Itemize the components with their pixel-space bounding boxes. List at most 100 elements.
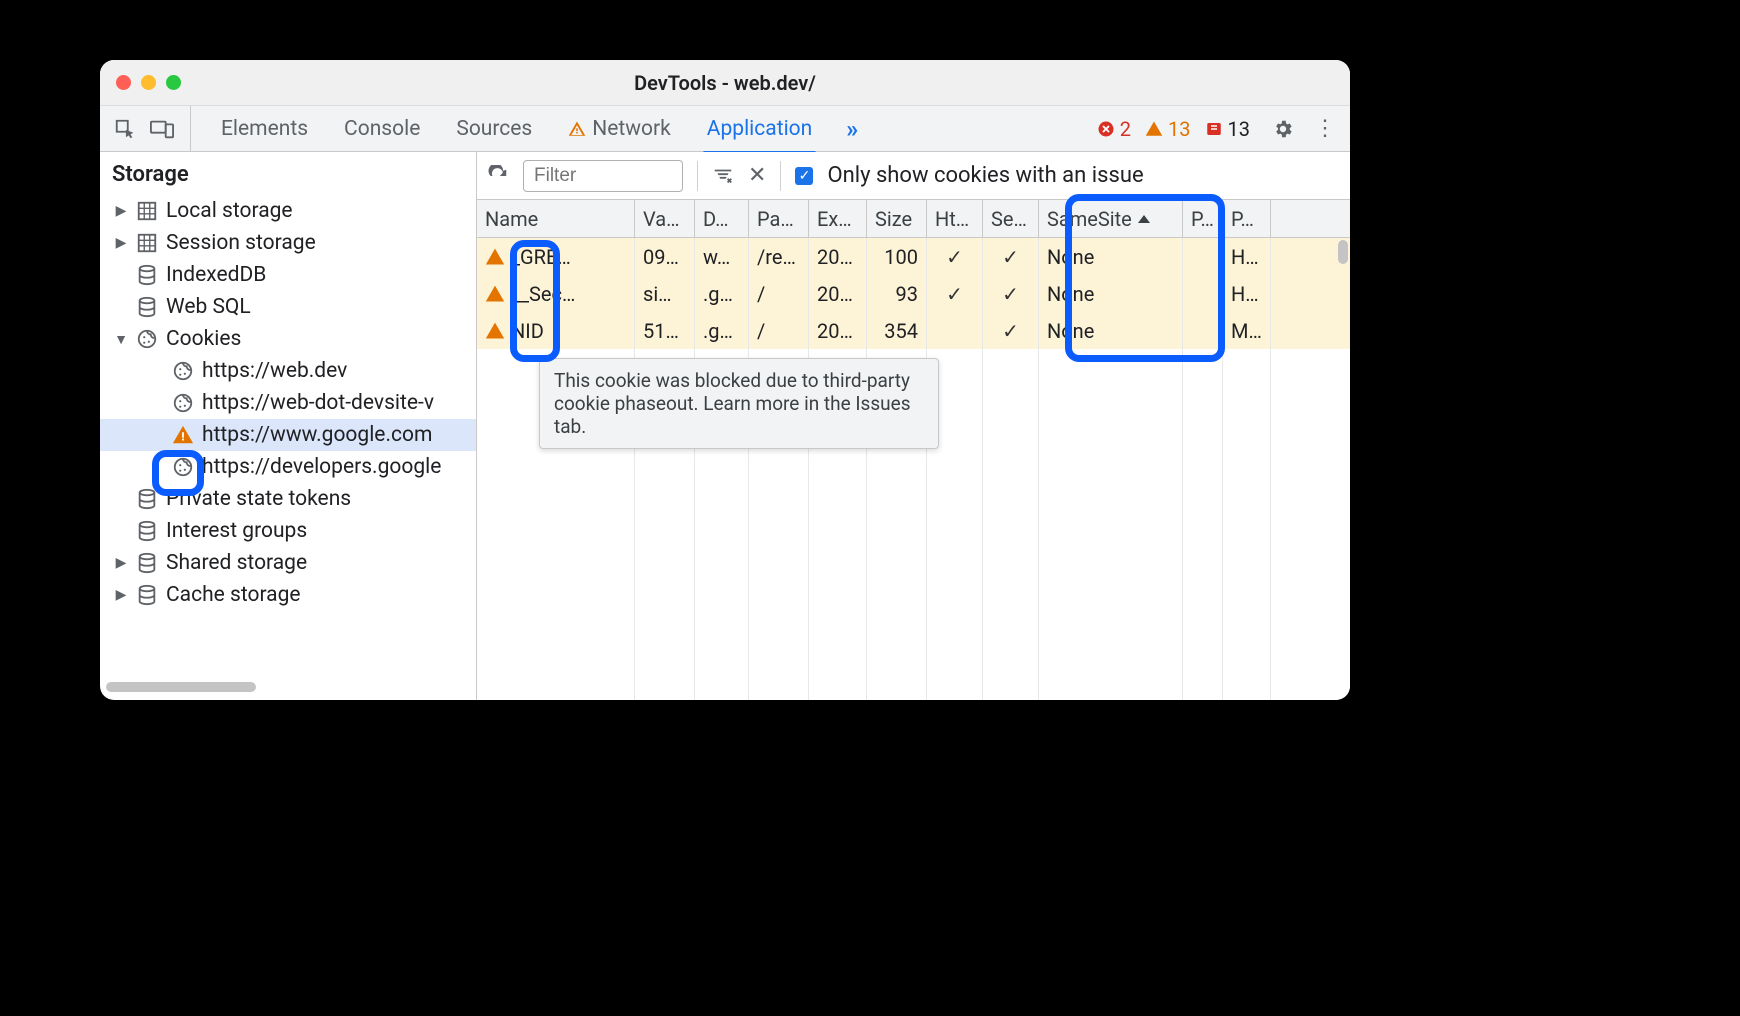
cell-http	[927, 312, 983, 349]
more-tabs-button[interactable]: »	[846, 115, 858, 143]
column-secure[interactable]: Se…	[983, 200, 1039, 237]
cell-secure: ✓	[983, 275, 1039, 312]
divider	[780, 161, 781, 191]
delete-icon[interactable]: ✕	[748, 163, 766, 188]
cell-samesite: None	[1039, 238, 1183, 275]
devtools-window: DevTools - web.dev/ Elements Console Sou…	[100, 60, 1350, 700]
cookie-icon	[172, 456, 194, 478]
column-samesite[interactable]: SameSite	[1039, 200, 1183, 237]
column-http[interactable]: Ht…	[927, 200, 983, 237]
table-row[interactable]: __Sec…si….g…/20…93✓✓NoneH…	[477, 275, 1350, 312]
storage-tree[interactable]: ▶ Local storage ▶ Session storage IndexedDB W…	[100, 195, 476, 676]
table-header: NameVa…D…Pa…Ex…SizeHt…Se…SameSiteP…P…	[477, 200, 1350, 238]
tree-item-label: Cache storage	[166, 583, 301, 607]
filter-input[interactable]	[523, 160, 683, 192]
tree-item[interactable]: Interest groups	[100, 515, 476, 547]
tree-item-label: https://developers.google	[202, 455, 441, 479]
cookie-icon	[172, 360, 194, 382]
cell-name: NID	[477, 312, 635, 349]
tree-item[interactable]: ▼Cookies	[100, 323, 476, 355]
cell-samesite: None	[1039, 312, 1183, 349]
tree-item-label: Cookies	[166, 327, 241, 351]
tree-item[interactable]: Private state tokens	[100, 483, 476, 515]
warning-counter[interactable]: 13	[1145, 117, 1190, 141]
cell-size: 100	[867, 238, 927, 275]
cell-domain: w…	[695, 238, 749, 275]
warning-icon	[485, 284, 505, 304]
issues-counter[interactable]: 13	[1205, 117, 1250, 141]
caret-icon: ▶	[114, 235, 128, 251]
db-icon	[136, 520, 158, 542]
column-expires[interactable]: Ex…	[809, 200, 867, 237]
tab-console[interactable]: Console	[342, 109, 422, 149]
tree-item[interactable]: https://www.google.com	[100, 419, 476, 451]
only-issues-label: Only show cookies with an issue	[827, 163, 1143, 188]
tab-application[interactable]: Application	[705, 109, 814, 149]
tab-sources[interactable]: Sources	[454, 109, 534, 149]
inspect-element-icon[interactable]	[114, 118, 136, 140]
more-options-icon[interactable]: ⋮	[1308, 116, 1342, 141]
only-issues-checkbox[interactable]: ✓	[795, 167, 813, 185]
tree-item[interactable]: ▶Shared storage	[100, 547, 476, 579]
vertical-scrollbar[interactable]	[1338, 240, 1348, 264]
column-priority[interactable]: P…	[1223, 200, 1271, 237]
divider	[697, 161, 698, 191]
warning-icon	[485, 321, 505, 341]
tree-item-label: https://web.dev	[202, 359, 347, 383]
tab-elements[interactable]: Elements	[219, 109, 310, 149]
cookie-icon	[136, 328, 158, 350]
cell-expires: 20…	[809, 238, 867, 275]
sidebar-horizontal-scrollbar[interactable]	[106, 682, 470, 692]
warning-count: 13	[1168, 117, 1190, 141]
db-icon	[136, 488, 158, 510]
column-size[interactable]: Size	[867, 200, 927, 237]
warning-icon	[1145, 120, 1163, 138]
tree-item[interactable]: https://developers.google	[100, 451, 476, 483]
tree-item[interactable]: ▶ Local storage	[100, 195, 476, 227]
db-icon	[136, 264, 158, 286]
cell-value: 09…	[635, 238, 695, 275]
table-row[interactable]: NID51….g…/20…354✓NoneM…	[477, 312, 1350, 349]
tree-item[interactable]: Web SQL	[100, 291, 476, 323]
main-panel: ✕ ✓ Only show cookies with an issue Name…	[477, 152, 1350, 700]
tree-item[interactable]: https://web.dev	[100, 355, 476, 387]
check-icon: ✓	[946, 282, 963, 306]
column-path[interactable]: Pa…	[749, 200, 809, 237]
db-icon	[136, 584, 158, 606]
column-name[interactable]: Name	[477, 200, 635, 237]
tree-item-label: Local storage	[166, 199, 293, 223]
cell-domain: .g…	[695, 312, 749, 349]
cell-partition	[1183, 275, 1223, 312]
column-domain[interactable]: D…	[695, 200, 749, 237]
tree-item-label: Private state tokens	[166, 487, 351, 511]
sidebar-section-header: Storage	[100, 152, 476, 195]
device-toolbar-icon[interactable]	[150, 118, 174, 140]
tree-item[interactable]: IndexedDB	[100, 259, 476, 291]
tree-item[interactable]: ▶Cache storage	[100, 579, 476, 611]
check-icon: ✓	[1002, 245, 1019, 269]
caret-icon: ▶	[114, 555, 128, 571]
titlebar[interactable]: DevTools - web.dev/	[100, 60, 1350, 106]
error-counter[interactable]: 2	[1097, 117, 1131, 141]
tree-item-label: Web SQL	[166, 295, 251, 319]
tree-item-label: Session storage	[166, 231, 316, 255]
cell-http: ✓	[927, 238, 983, 275]
refresh-icon[interactable]	[487, 165, 509, 187]
column-partition[interactable]: P…	[1183, 200, 1223, 237]
tree-item[interactable]: ▶ Session storage	[100, 227, 476, 259]
column-value[interactable]: Va…	[635, 200, 695, 237]
table-row[interactable]: _GRE…09…w…/re…20…100✓✓NoneH…	[477, 238, 1350, 275]
caret-icon: ▶	[114, 203, 128, 219]
cell-path: /re…	[749, 238, 809, 275]
cell-path: /	[749, 275, 809, 312]
tab-network[interactable]: Network	[566, 109, 673, 149]
tree-item[interactable]: https://web-dot-devsite-v	[100, 387, 476, 419]
cell-priority: H…	[1223, 238, 1271, 275]
clear-filter-icon[interactable]	[712, 165, 734, 187]
tree-item-label: https://web-dot-devsite-v	[202, 391, 434, 415]
cell-secure: ✓	[983, 238, 1039, 275]
cookie-filter-bar: ✕ ✓ Only show cookies with an issue	[477, 152, 1350, 200]
cookies-table: NameVa…D…Pa…Ex…SizeHt…Se…SameSiteP…P… _G…	[477, 200, 1350, 700]
issues-count: 13	[1228, 117, 1250, 141]
settings-icon[interactable]	[1266, 118, 1300, 140]
